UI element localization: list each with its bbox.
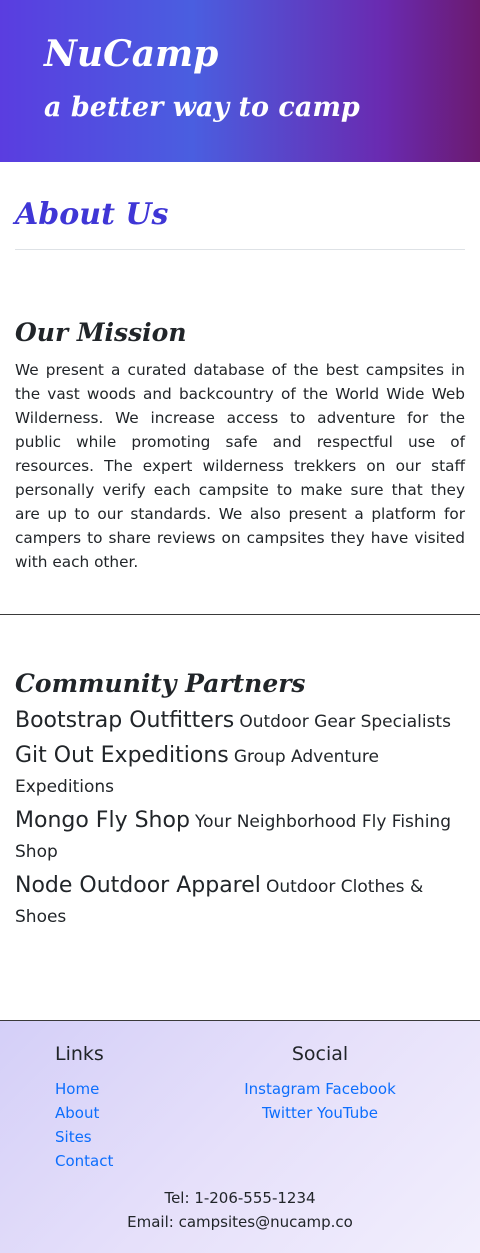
footer-social-heading: Social	[291, 1043, 349, 1065]
social-link-youtube[interactable]: YouTube	[317, 1104, 378, 1122]
footer-links-column: Links Home About Sites Contact	[55, 1041, 113, 1173]
partners-list: Bootstrap Outfitters Outdoor Gear Specia…	[15, 706, 465, 936]
social-link-instagram[interactable]: Instagram	[244, 1080, 320, 1098]
contact-phone: Tel: 1-206-555-1234	[0, 1186, 480, 1210]
footer-link-about[interactable]: About	[55, 1104, 99, 1122]
partner-name: Bootstrap Outfitters	[15, 708, 235, 733]
footer-contact: Tel: 1-206-555-1234 Email: campsites@nuc…	[0, 1186, 480, 1234]
footer-link-sites[interactable]: Sites	[55, 1128, 92, 1146]
email-link[interactable]: campsites@nucamp.co	[179, 1213, 353, 1231]
partner-item: Git Out Expeditions Group Adventure Expe…	[15, 741, 465, 802]
partner-item: Node Outdoor Apparel Outdoor Clothes & S…	[15, 871, 465, 932]
footer-links-list: Home About Sites Contact	[55, 1077, 113, 1173]
partner-description: Outdoor Gear Specialists	[239, 712, 451, 732]
brand-title[interactable]: NuCamp	[44, 30, 480, 78]
site-header: NuCamp a better way to camp	[0, 0, 480, 162]
footer-link-home[interactable]: Home	[55, 1080, 99, 1098]
page-title: About Us	[15, 197, 169, 232]
site-footer: Links Home About Sites Contact Social In…	[0, 1020, 480, 1253]
title-divider	[15, 249, 465, 250]
email-label: Email:	[127, 1213, 174, 1231]
brand-tagline: a better way to camp	[44, 92, 360, 123]
partner-item: Bootstrap Outfitters Outdoor Gear Specia…	[15, 706, 465, 737]
section-divider	[0, 614, 480, 615]
phone-label: Tel:	[164, 1189, 190, 1207]
partners-heading: Community Partners	[15, 669, 306, 698]
partner-item: Mongo Fly Shop Your Neighborhood Fly Fis…	[15, 806, 465, 867]
social-link-facebook[interactable]: Facebook	[325, 1080, 395, 1098]
mission-text: We present a curated database of the bes…	[15, 361, 465, 571]
footer-link-contact[interactable]: Contact	[55, 1152, 113, 1170]
partner-name: Node Outdoor Apparel	[15, 873, 261, 898]
phone-link[interactable]: 1-206-555-1234	[194, 1189, 315, 1207]
partner-name: Mongo Fly Shop	[15, 808, 190, 833]
footer-social-column: Social Instagram Facebook Twitter YouTub…	[160, 1041, 480, 1125]
contact-email: Email: campsites@nucamp.co	[0, 1210, 480, 1234]
social-link-twitter[interactable]: Twitter	[262, 1104, 312, 1122]
mission-heading: Our Mission	[15, 318, 187, 347]
footer-social-list: Instagram Facebook Twitter YouTube	[160, 1077, 480, 1125]
partner-name: Git Out Expeditions	[15, 743, 229, 768]
footer-links-heading: Links	[55, 1043, 104, 1065]
